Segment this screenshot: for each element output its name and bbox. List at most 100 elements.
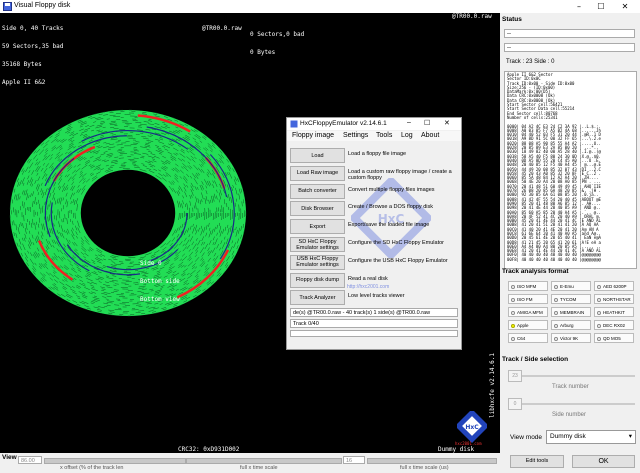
format-option[interactable]: NORTHSTAR (594, 294, 634, 304)
format-option[interactable]: TYCOM (551, 294, 591, 304)
close-button[interactable]: ✕ (616, 1, 634, 12)
view-label: View (2, 454, 17, 461)
radio-icon (597, 337, 601, 341)
dialog-close-button[interactable]: ✕ (444, 119, 450, 127)
format-option-label: HEATHKIT (603, 310, 625, 315)
dialog-button-description: Read a real disk (348, 275, 388, 282)
y-scale-input[interactable]: 16 (343, 456, 365, 464)
title-bar: Visual Floppy disk – ☐ ✕ (0, 0, 640, 14)
radio-icon (554, 311, 558, 315)
hxc-dialog: HxCFloppyEmulator v2.14.6.1 – ☐ ✕ Floppy… (286, 117, 462, 350)
format-option[interactable]: Arburg (551, 320, 591, 330)
x-offset-input[interactable]: 86.00 (18, 456, 42, 464)
menu-tools[interactable]: Tools (376, 132, 392, 139)
overlay-left-line: 59 Sectors,35 bad (2, 43, 64, 50)
overlay-right-file: @TR00.0.raw (452, 13, 492, 20)
dialog-progress-text: Track 0/40 (290, 319, 458, 328)
overlay-mid-stats: @TR00.0.raw (202, 14, 242, 44)
format-option-label: QD MO5 (603, 336, 621, 341)
hex-dump-text: Apple II 6&2 Sector Sector ID:0x0C Track… (507, 72, 601, 262)
dialog-button[interactable]: SD HxC Floppy Emulator settings (290, 237, 345, 252)
version-label: libhxcfe v2.14.6.1 (489, 353, 496, 419)
track-analysis-heading: Track analysis format (502, 268, 569, 275)
format-option-label: E-Emu (560, 284, 574, 289)
format-option[interactable]: QD MO5 (594, 333, 634, 343)
radio-icon (597, 311, 601, 315)
dialog-title-bar: HxCFloppyEmulator v2.14.6.1 – ☐ ✕ (287, 118, 461, 130)
minimize-button[interactable]: – (570, 1, 588, 12)
dialog-button[interactable]: Export (290, 219, 345, 235)
dialog-maximize-button[interactable]: ☐ (424, 119, 430, 127)
format-option[interactable]: Apple (508, 320, 548, 330)
format-option[interactable]: MEMBRAIN (551, 307, 591, 317)
overlay-left-line: 35168 Bytes (2, 61, 42, 68)
dialog-button-description: Create / Browse a DOS floppy disk (348, 204, 433, 211)
center-label: Side 0 (140, 260, 162, 267)
center-label: Bottom side (140, 278, 180, 285)
radio-icon (511, 324, 515, 328)
format-option[interactable]: E-Emu (551, 281, 591, 291)
menu-about[interactable]: About (421, 132, 439, 139)
svg-text:HxC: HxC (465, 424, 479, 431)
right-panel: Status -- -- Track : 23 Side : 0 Apple I… (500, 13, 640, 473)
format-option-label: Victor 9K (560, 336, 579, 341)
format-option[interactable]: ISO MFM (508, 281, 548, 291)
radio-icon (511, 337, 515, 341)
overlay-mid-line: 0 Bytes (250, 49, 276, 56)
x-offset-slider[interactable] (44, 458, 186, 464)
dialog-button[interactable]: Disk Browser (290, 201, 345, 217)
view-mode-select[interactable]: Dummy disk ▾ (546, 430, 636, 444)
format-option[interactable]: ISO FM (508, 294, 548, 304)
ok-button[interactable]: OK (572, 455, 635, 468)
format-option[interactable]: C64 (508, 333, 548, 343)
dialog-button[interactable]: USB HxC Floppy Emulator settings (290, 254, 345, 270)
radio-icon (597, 298, 601, 302)
sector-hex-dump[interactable]: Apple II 6&2 Sector Sector ID:0x0C Track… (504, 71, 637, 269)
format-option-label: AMIGA MFM (517, 310, 543, 315)
track-side-heading: Track / Side selection (502, 356, 569, 363)
view-mode-label: View mode (510, 434, 543, 441)
dialog-minimize-button[interactable]: – (407, 119, 411, 126)
format-option[interactable]: HEATHKIT (594, 307, 634, 317)
format-option[interactable]: DEC RX02 (594, 320, 634, 330)
track-number-label: Track number (552, 384, 589, 390)
format-option[interactable]: AED 6200P (594, 281, 634, 291)
format-option-label: ISO MFM (517, 284, 537, 289)
track-number-value[interactable]: 23 (508, 370, 522, 382)
format-option-label: ISO FM (517, 297, 533, 302)
dialog-logo-url: http://hxc2001.com (347, 284, 390, 290)
overlay-left-line: Apple II 6&2 (2, 79, 46, 86)
dialog-button-description: Export/save the loaded file image (348, 222, 430, 229)
overlay-center-labels: Side 0 Bottom side Bottom view (140, 249, 180, 315)
time-scale-slider[interactable] (186, 458, 342, 464)
y-scale-slider[interactable] (367, 458, 497, 464)
menu-log[interactable]: Log (401, 132, 413, 139)
dialog-button[interactable]: Track Analyzer (290, 290, 345, 306)
window-title: Visual Floppy disk (14, 2, 71, 9)
dialog-button[interactable]: Load Raw image (290, 165, 345, 181)
floppy-app-icon (3, 2, 12, 11)
side-slider[interactable] (522, 403, 635, 405)
radio-icon (597, 324, 601, 328)
format-option[interactable]: AMIGA MFM (508, 307, 548, 317)
menu-settings[interactable]: Settings (343, 132, 368, 139)
dialog-button-description: Configure the USB HxC Floppy Emulator (348, 257, 448, 264)
track-slider[interactable] (522, 375, 635, 377)
overlay-mid-stats-2: 0 Sectors,0 bad 0 Bytes (250, 20, 304, 68)
radio-icon (511, 285, 515, 289)
menu-floppy-image[interactable]: Floppy image (292, 132, 334, 139)
overlay-mid-line: @TR00.0.raw (202, 25, 242, 32)
format-option-label: C64 (517, 336, 526, 341)
side-number-label: Side number (552, 412, 587, 418)
dialog-button-description: Load a custom raw floppy image / create … (348, 168, 452, 181)
format-option-label: NORTHSTAR (603, 297, 631, 302)
track-side-readout: Track : 23 Side : 0 (506, 59, 555, 65)
format-option-label: MEMBRAIN (560, 310, 585, 315)
dialog-button[interactable]: Batch converter (290, 183, 345, 199)
format-option[interactable]: Victor 9K (551, 333, 591, 343)
dialog-button[interactable]: Load (290, 148, 345, 163)
dialog-button[interactable]: Floppy disk dump (290, 272, 345, 288)
side-number-value[interactable]: 0 (508, 398, 522, 410)
maximize-button[interactable]: ☐ (592, 1, 610, 12)
edit-tools-button[interactable]: Edit tools (510, 455, 564, 468)
